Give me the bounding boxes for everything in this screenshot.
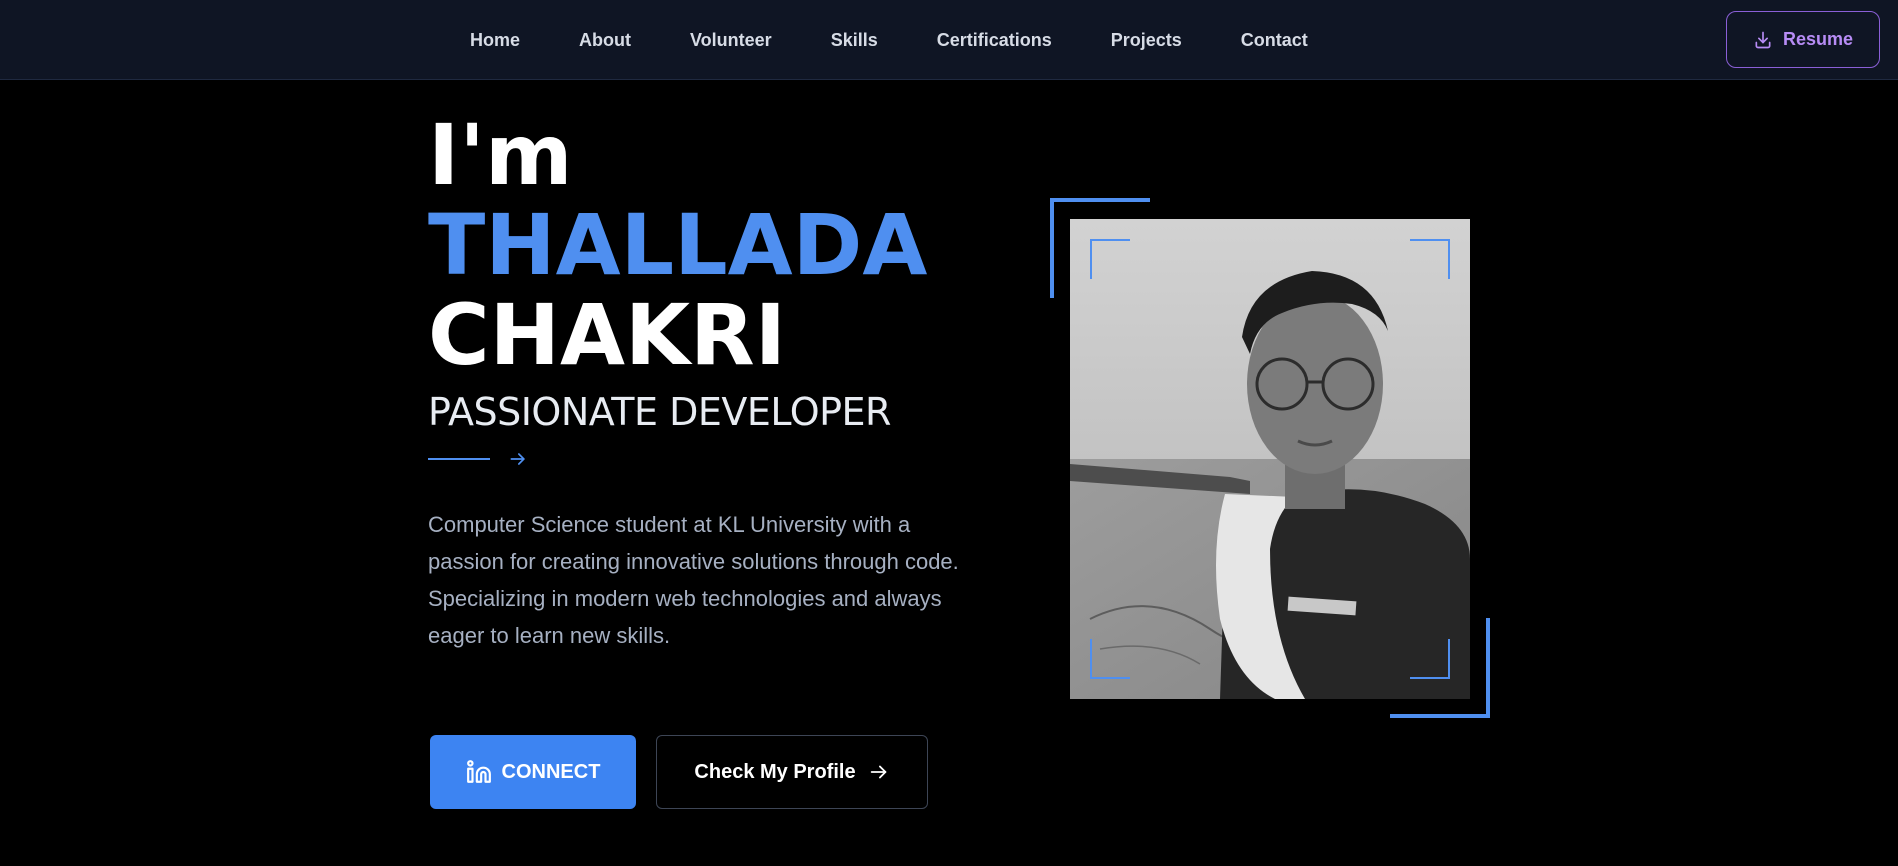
connect-label: CONNECT: [501, 760, 601, 783]
resume-label: Resume: [1782, 29, 1854, 49]
download-icon: [1755, 31, 1771, 48]
nav-link-about[interactable]: About: [579, 30, 631, 51]
nav-link-volunteer[interactable]: Volunteer: [690, 30, 772, 51]
hero-section: I'm THALLADA CHAKRI PASSIONATE DEVELOPER…: [428, 110, 988, 654]
portrait-image: [1070, 219, 1470, 699]
navbar: Home About Volunteer Skills Certificatio…: [0, 0, 1898, 80]
nav-links: Home About Volunteer Skills Certificatio…: [470, 0, 1367, 80]
photo-corner-top-right: [1410, 239, 1450, 279]
nav-link-skills[interactable]: Skills: [831, 30, 878, 51]
last-name: CHAKRI: [428, 286, 786, 384]
accent-line: [428, 458, 490, 460]
photo-corner-bottom-right: [1410, 639, 1450, 679]
profile-photo: [1070, 219, 1470, 699]
profile-label: Check My Profile: [694, 760, 856, 783]
nav-link-certifications[interactable]: Certifications: [937, 30, 1052, 51]
nav-link-projects[interactable]: Projects: [1111, 30, 1182, 51]
arrow-right-icon: [870, 765, 886, 779]
accent-divider: [428, 448, 988, 470]
role-title: PASSIONATE DEVELOPER: [428, 390, 891, 434]
photo-corner-bottom-left: [1090, 639, 1130, 679]
first-name: THALLADA: [428, 196, 928, 294]
bio-text: Computer Science student at KL Universit…: [428, 512, 959, 648]
check-profile-button[interactable]: Check My Profile: [656, 735, 928, 809]
arrow-right-icon: [510, 453, 525, 465]
connect-button[interactable]: CONNECT: [430, 735, 636, 809]
resume-button[interactable]: Resume: [1726, 11, 1880, 68]
nav-link-home[interactable]: Home: [470, 30, 520, 51]
photo-corner-top-left: [1090, 239, 1130, 279]
greeting: I'm: [428, 106, 573, 204]
nav-link-contact[interactable]: Contact: [1241, 30, 1308, 51]
linkedin-icon: [466, 760, 491, 783]
